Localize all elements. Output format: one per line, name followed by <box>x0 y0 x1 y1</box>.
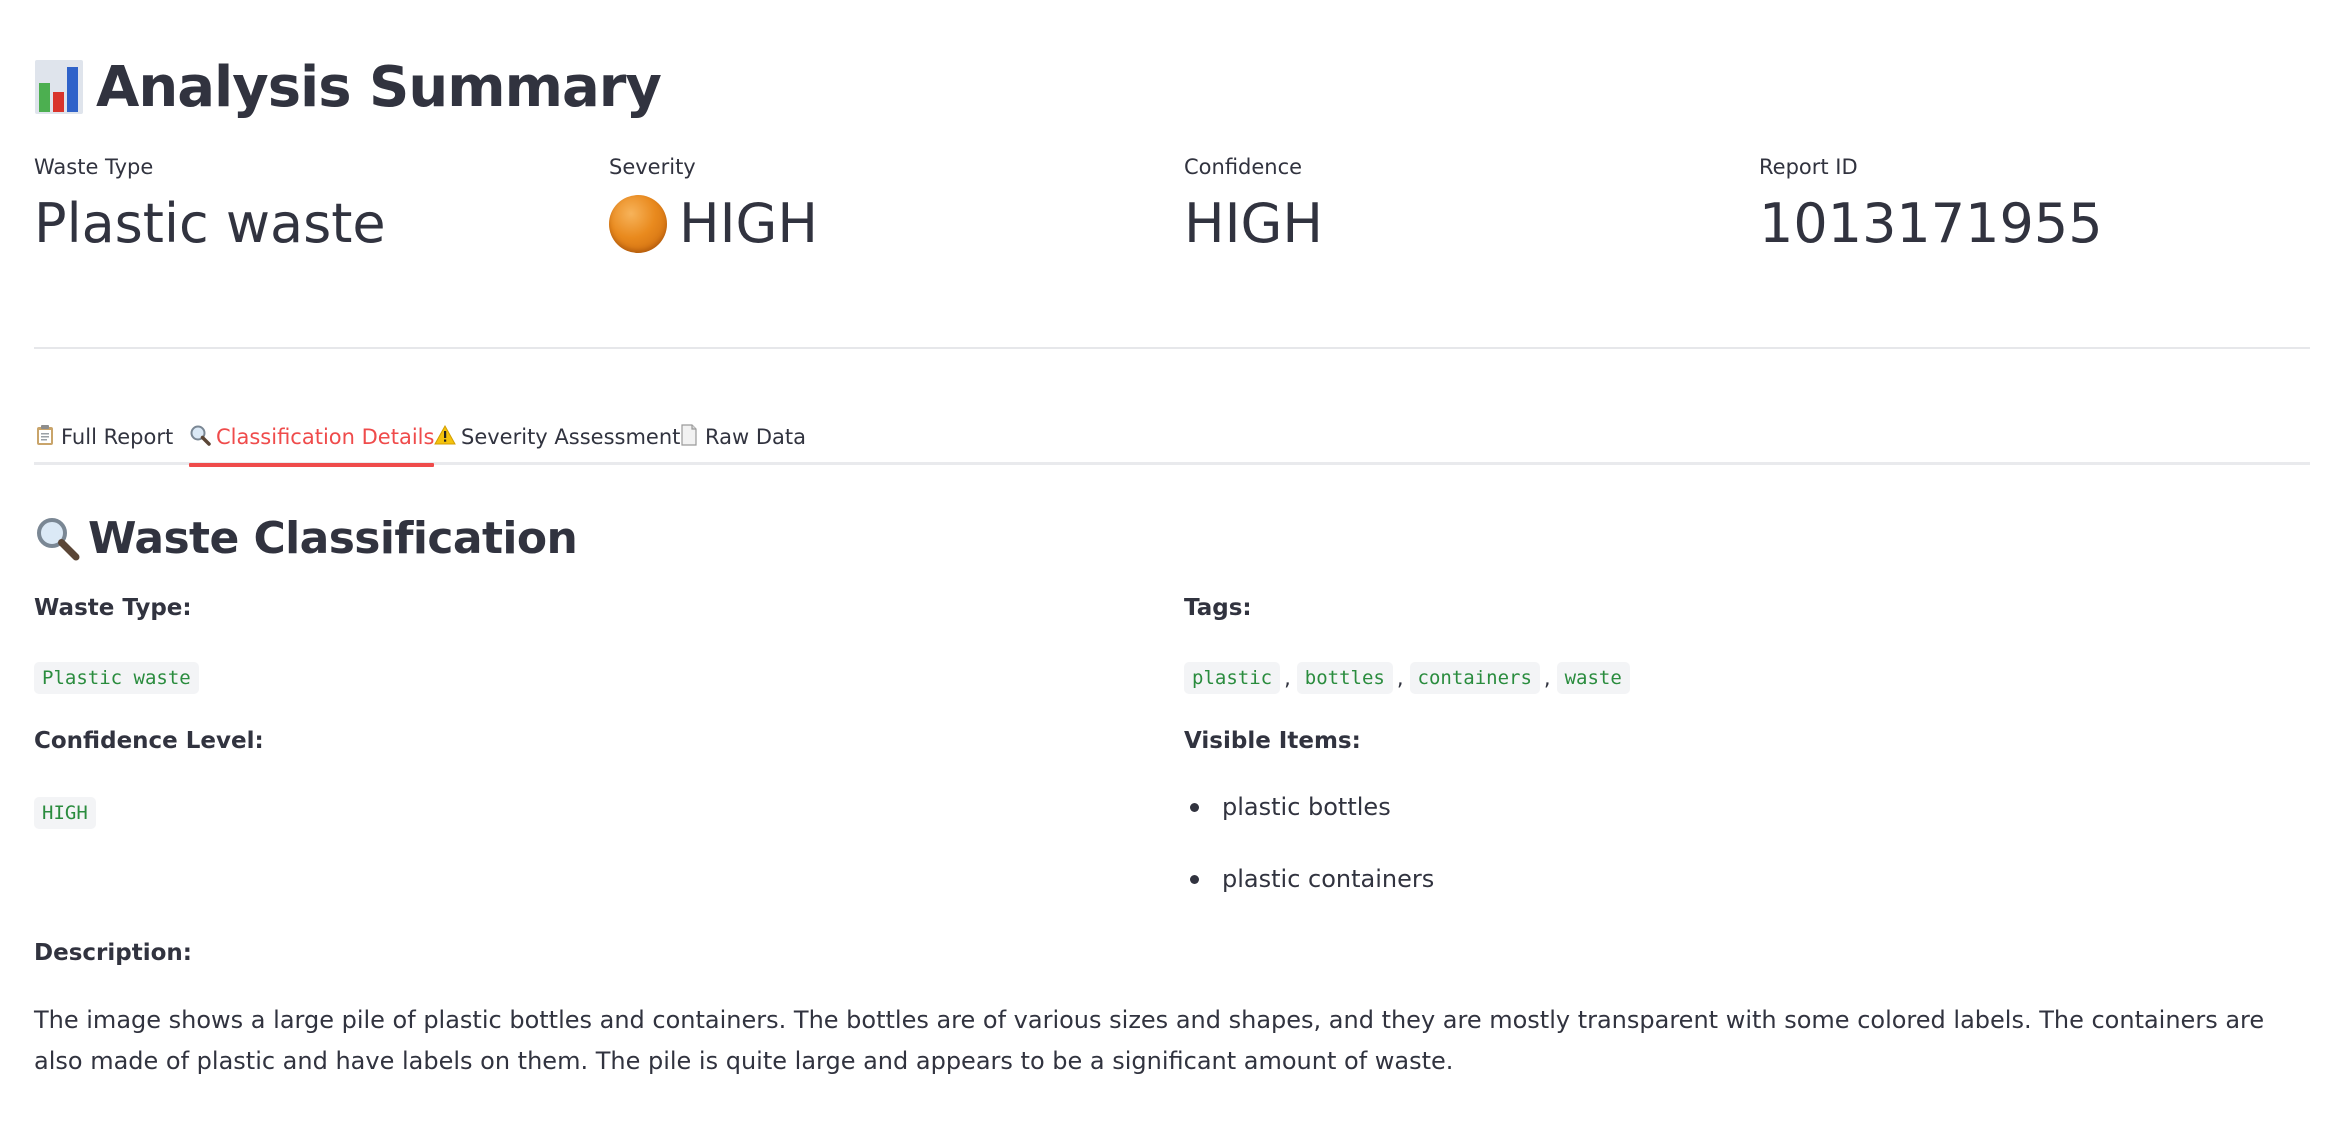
metric-report-id: Report ID 1013171955 <box>1759 150 2103 262</box>
metric-confidence: Confidence HIGH <box>1184 150 1323 262</box>
warning-icon <box>434 424 456 450</box>
metric-value: 1013171955 <box>1759 192 2103 255</box>
tab-label: Classification Details <box>216 425 435 449</box>
divider <box>34 347 2310 349</box>
visible-items-label: Visible Items: <box>1184 728 1361 754</box>
section-title: Waste Classification <box>34 510 578 566</box>
orange-circle-icon <box>609 195 667 253</box>
tag-separator: , <box>1396 666 1404 690</box>
confidence-value: HIGH <box>34 797 96 829</box>
tab-full-report[interactable]: Full Report <box>34 410 173 464</box>
metric-value: Plastic waste <box>34 192 386 255</box>
metric-value: HIGH <box>679 192 818 255</box>
section-title-text: Waste Classification <box>88 512 578 564</box>
tag-chip: bottles <box>1296 662 1393 694</box>
tab-severity-assessment[interactable]: Severity Assessment <box>434 410 680 464</box>
tab-label: Raw Data <box>705 425 806 449</box>
visible-items-list: plastic bottles plastic containers <box>1184 790 1434 934</box>
magnifier-icon <box>37 518 80 561</box>
summary-title-text: Analysis Summary <box>96 54 662 120</box>
tab-bar: Full Report Classification Details Sever… <box>34 410 2310 467</box>
tab-label: Full Report <box>61 425 174 449</box>
tag-chip: containers <box>1409 662 1540 694</box>
page-title: Analysis Summary <box>34 50 662 124</box>
waste-type-value-line: Plastic waste <box>34 662 199 694</box>
tab-raw-data[interactable]: Raw Data <box>678 410 806 464</box>
list-item: plastic bottles <box>1184 790 1434 862</box>
document-icon <box>678 423 700 451</box>
metric-label: Confidence <box>1184 155 1303 179</box>
tag-chip: plastic <box>1184 662 1281 694</box>
tags-list: plastic , bottles , containers , waste <box>1184 662 1630 694</box>
confidence-value-line: HIGH <box>34 797 96 829</box>
clipboard-icon <box>34 424 56 451</box>
tab-label: Severity Assessment <box>461 425 681 449</box>
metric-label: Severity <box>609 155 696 179</box>
waste-type-value: Plastic waste <box>34 662 199 694</box>
list-item: plastic containers <box>1184 862 1434 934</box>
metric-value-row: HIGH <box>609 186 818 262</box>
description-text: The image shows a large pile of plastic … <box>34 1006 2265 1075</box>
confidence-level-label: Confidence Level: <box>34 728 264 754</box>
metric-waste-type: Waste Type Plastic waste <box>34 150 386 262</box>
tag-chip: waste <box>1556 662 1630 694</box>
metric-label: Report ID <box>1759 155 1858 179</box>
description-label: Description: <box>34 940 192 966</box>
metric-value: HIGH <box>1184 192 1323 255</box>
summary-metrics: Waste Type Plastic waste Severity HIGH C… <box>34 150 2310 270</box>
metric-label: Waste Type <box>34 155 154 179</box>
tag-separator: , <box>1284 666 1291 690</box>
tags-label: Tags: <box>1184 595 1252 621</box>
bar-chart-icon <box>35 60 83 114</box>
tab-classification-details[interactable]: Classification Details <box>189 410 435 467</box>
metric-severity: Severity HIGH <box>609 150 818 262</box>
tag-separator: , <box>1543 666 1551 690</box>
waste-type-label: Waste Type: <box>34 595 192 621</box>
magnifier-icon <box>189 424 211 451</box>
